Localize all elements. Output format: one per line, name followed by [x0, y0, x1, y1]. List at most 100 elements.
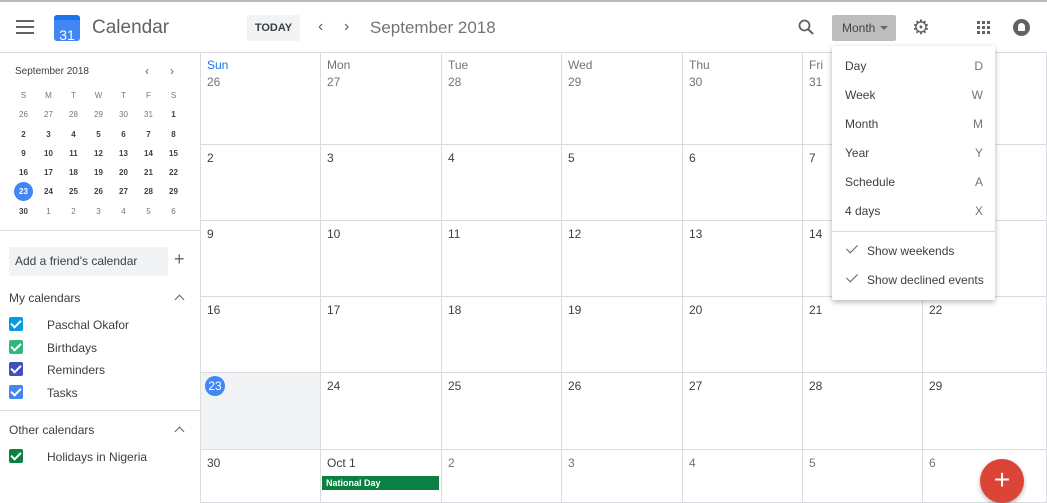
day-number[interactable]: 3: [327, 151, 334, 165]
today-button[interactable]: TODAY: [247, 15, 300, 41]
mini-calendar-day[interactable]: 28: [136, 182, 161, 201]
mini-calendar-day[interactable]: 19: [86, 163, 111, 182]
day-cell[interactable]: 24: [321, 373, 442, 450]
mini-calendar-day[interactable]: 4: [111, 202, 136, 221]
day-number[interactable]: 16: [207, 303, 220, 317]
checkbox-checked-icon[interactable]: [9, 384, 23, 399]
day-cell[interactable]: 4: [442, 145, 562, 221]
day-number[interactable]: 28: [809, 379, 822, 393]
checkbox-checked-icon[interactable]: [9, 339, 23, 354]
other-calendars-heading[interactable]: Other calendars: [9, 423, 94, 437]
search-icon[interactable]: [798, 19, 814, 35]
day-cell[interactable]: 30: [201, 450, 321, 503]
day-cell[interactable]: 28: [803, 373, 923, 450]
mini-calendar-day[interactable]: 26: [86, 182, 111, 201]
day-cell[interactable]: 20: [683, 297, 803, 373]
day-cell[interactable]: 6: [683, 145, 803, 221]
mini-calendar-day[interactable]: 21: [136, 163, 161, 182]
day-number[interactable]: 31: [809, 75, 822, 89]
day-cell[interactable]: Thu 30: [683, 53, 803, 145]
day-cell[interactable]: Sun 26: [201, 53, 321, 145]
mini-calendar-day[interactable]: 17: [36, 163, 61, 182]
mini-calendar-day[interactable]: 18: [61, 163, 86, 182]
chevron-up-icon[interactable]: [174, 294, 185, 305]
day-cell[interactable]: 5: [562, 145, 683, 221]
mini-calendar-day[interactable]: 3: [86, 202, 111, 221]
mini-calendar-day[interactable]: 30: [111, 105, 136, 124]
mini-calendar-day[interactable]: 27: [36, 105, 61, 124]
day-cell[interactable]: 2: [201, 145, 321, 221]
view-switcher-button[interactable]: Month: [832, 15, 896, 41]
mini-calendar-day[interactable]: 28: [61, 105, 86, 124]
mini-calendar-day[interactable]: 1: [161, 105, 186, 124]
mini-calendar-day[interactable]: 29: [161, 182, 186, 201]
mini-calendar-day[interactable]: 16: [11, 163, 36, 182]
today-date-badge[interactable]: 23: [205, 376, 225, 396]
day-number[interactable]: 5: [568, 151, 575, 165]
day-cell[interactable]: 21: [803, 297, 923, 373]
mini-calendar-day[interactable]: 6: [161, 202, 186, 221]
day-cell[interactable]: 9: [201, 221, 321, 297]
day-number[interactable]: 30: [207, 456, 220, 470]
menu-item-day[interactable]: Day D: [832, 51, 995, 80]
day-number[interactable]: 30: [689, 75, 702, 89]
menu-toggle[interactable]: Show declined events: [832, 265, 995, 294]
day-number[interactable]: 2: [207, 151, 214, 165]
day-number[interactable]: 3: [568, 456, 575, 470]
day-cell[interactable]: 3: [562, 450, 683, 503]
day-cell[interactable]: 10: [321, 221, 442, 297]
menu-item-month[interactable]: Month M: [832, 109, 995, 138]
day-cell[interactable]: 3: [321, 145, 442, 221]
mini-calendar-day[interactable]: 24: [36, 182, 61, 201]
day-cell[interactable]: 22: [923, 297, 1047, 373]
menu-toggle[interactable]: Show weekends: [832, 236, 995, 265]
my-calendars-heading[interactable]: My calendars: [9, 291, 80, 305]
day-cell[interactable]: Wed 29: [562, 53, 683, 145]
day-number[interactable]: 24: [327, 379, 340, 393]
mini-calendar-day[interactable]: 14: [136, 144, 161, 163]
mini-calendar-day[interactable]: 13: [111, 144, 136, 163]
mini-calendar-day[interactable]: 8: [161, 125, 186, 144]
event-chip[interactable]: National Day: [322, 476, 439, 490]
account-avatar[interactable]: [1013, 19, 1030, 36]
day-number[interactable]: 2: [448, 456, 455, 470]
day-number[interactable]: 27: [689, 379, 702, 393]
day-cell[interactable]: Tue 28: [442, 53, 562, 145]
day-number[interactable]: 9: [207, 227, 214, 241]
day-number[interactable]: 11: [448, 227, 460, 241]
day-cell[interactable]: 11: [442, 221, 562, 297]
menu-item-week[interactable]: Week W: [832, 80, 995, 109]
mini-calendar-day[interactable]: 3: [36, 125, 61, 144]
mini-calendar-day[interactable]: 6: [111, 125, 136, 144]
day-number[interactable]: 27: [327, 75, 340, 89]
mini-calendar-day[interactable]: 25: [61, 182, 86, 201]
day-number[interactable]: 12: [568, 227, 581, 241]
day-number[interactable]: 20: [689, 303, 702, 317]
day-cell[interactable]: 26: [562, 373, 683, 450]
menu-item-4-days[interactable]: 4 days X: [832, 196, 995, 225]
chevron-up-icon[interactable]: [174, 426, 185, 437]
mini-calendar-day[interactable]: 12: [86, 144, 111, 163]
day-number[interactable]: 7: [809, 151, 816, 165]
checkbox-checked-icon[interactable]: [9, 317, 23, 331]
menu-item-year[interactable]: Year Y: [832, 138, 995, 167]
add-friend-calendar-input[interactable]: Add a friend's calendar: [9, 247, 168, 276]
checkbox-checked-icon[interactable]: [9, 362, 23, 376]
gear-icon[interactable]: ⚙: [912, 18, 930, 38]
mini-calendar-day[interactable]: 22: [161, 163, 186, 182]
mini-calendar-day[interactable]: 31: [136, 105, 161, 124]
day-number[interactable]: 21: [809, 303, 822, 317]
mini-calendar-day[interactable]: 10: [36, 144, 61, 163]
day-number[interactable]: 14: [809, 227, 822, 241]
day-cell[interactable]: Mon 27: [321, 53, 442, 145]
day-cell[interactable]: 27: [683, 373, 803, 450]
day-cell[interactable]: 25: [442, 373, 562, 450]
day-number[interactable]: 6: [929, 456, 936, 470]
day-cell[interactable]: 23: [201, 373, 321, 450]
menu-item-schedule[interactable]: Schedule A: [832, 167, 995, 196]
mini-calendar-day[interactable]: 30: [11, 202, 36, 221]
day-number[interactable]: 28: [448, 75, 461, 89]
chevron-left-icon[interactable]: ‹: [145, 64, 149, 78]
mini-calendar-day[interactable]: 26: [11, 105, 36, 124]
day-number[interactable]: 4: [689, 456, 696, 470]
